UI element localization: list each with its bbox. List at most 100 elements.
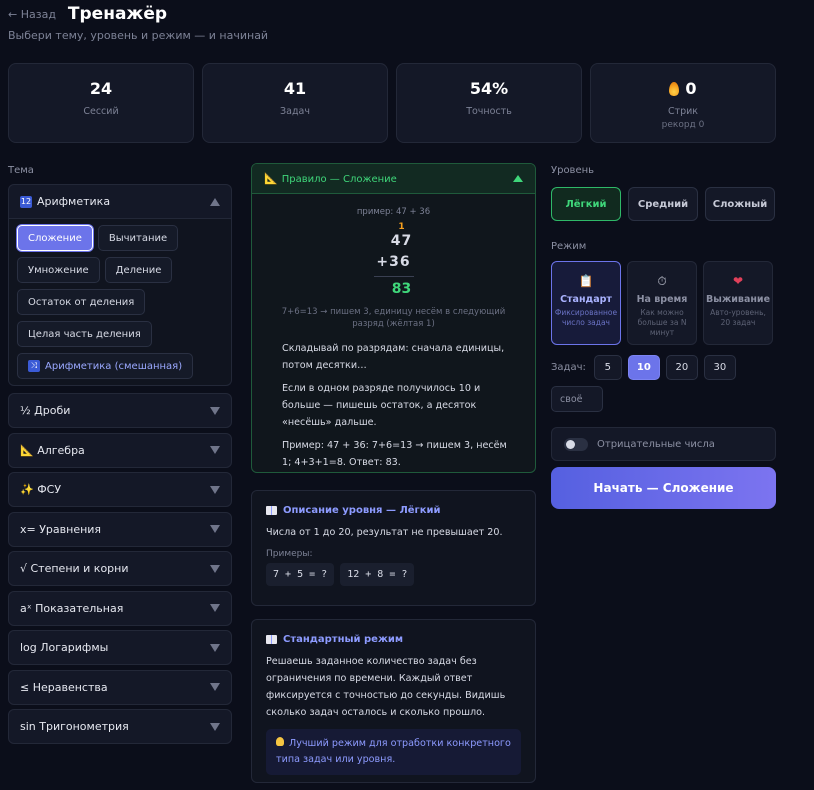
subtopic-multiplication[interactable]: Умножение [17,257,100,283]
topic-fsu[interactable]: ✨ ФСУ [8,472,232,507]
level-medium-button[interactable]: Средний [628,187,698,221]
rule-paragraph: Складывай по разрядам: сначала единицы, … [282,343,505,371]
subtopic-subtraction[interactable]: Вычитание [97,225,179,251]
topic-name: ≤ Неравенства [20,680,108,694]
topic-name: aˣ Показательная [20,601,124,615]
stat-value: 54% [469,79,509,98]
topics-label: Тема [8,165,34,176]
stat-value-row: 0 [669,79,697,98]
rule-card: 📐 Правило — Сложение пример: 47 + 36 1 47… [251,163,536,473]
negative-numbers-row[interactable]: Отрицательные числа [551,427,776,461]
topic-logarithms[interactable]: log Логарифмы [8,630,232,665]
topic-equations[interactable]: x= Уравнения [8,511,232,547]
mode-name: Выживание [705,294,771,305]
back-link[interactable]: ← Назад [8,8,56,21]
subtopic-integer-division[interactable]: Целая часть деления [17,321,152,347]
sum-line [373,276,414,277]
arithmetic-subtopics: Сложение Вычитание Умножение Деление Ост… [8,219,232,386]
lightbulb-icon [276,737,284,746]
mode-desc: Авто-уровень, 20 задач [710,308,766,327]
stat-value: 0 [685,79,697,98]
chevron-down-icon [210,564,220,573]
stat-value: 41 [283,79,307,98]
mode-name: Стандарт [560,294,612,305]
level-selector: Лёгкий Средний Сложный [551,187,776,221]
rule-header[interactable]: 📐 Правило — Сложение [252,164,535,194]
chevron-up-icon [210,197,220,206]
stat-value: 24 [89,79,113,98]
stat-accuracy: 54% Точность [396,63,582,143]
task-count-selector: Задач: 5 10 20 30 [551,355,776,380]
stat-tasks: 41 Задач [202,63,388,143]
level-hard-button[interactable]: Сложный [705,187,775,221]
topic-name: 📐 Алгебра [20,443,85,457]
chevron-down-icon [210,485,220,494]
operand-1: 47 [390,233,413,249]
topic-title-row: 12 Арифметика [20,195,110,208]
stat-streak: 0 Стрик рекорд 0 [590,63,776,143]
mode-description-text: Решаешь заданное количество задач без ог… [266,656,506,718]
chevron-down-icon [210,604,220,612]
rule-paragraph: Пример: 47 + 36: 7+6=13 → пишем 3, несём… [282,440,507,468]
level-description-title: Описание уровня — Лёгкий [283,505,441,516]
stat-record: рекорд 0 [661,120,705,130]
topic-inequalities[interactable]: ≤ Неравенства [8,669,232,705]
stopwatch-icon: ⏱ [657,274,667,288]
custom-count-input[interactable]: своё [551,386,603,412]
topics-panel: Тема 12 Арифметика Сложение Вычитание Умн… [8,165,232,749]
subtopic-mixed[interactable]: ⤨ Арифметика (смешанная) [17,353,194,379]
count-5-button[interactable]: 5 [593,355,622,380]
example-label: пример: 47 + 36 [356,207,431,217]
count-30-button[interactable]: 30 [703,355,736,380]
level-label: Уровень [551,165,595,176]
stat-label: Сессий [83,106,119,117]
chevron-down-icon [210,683,220,691]
topic-algebra[interactable]: 📐 Алгебра [8,432,232,468]
topic-name: √ Степени и корни [20,562,129,575]
rule-title: Правило — Сложение [281,174,397,185]
mode-standard-button[interactable]: 📋 Стандарт Фиксированное число задач [551,261,621,345]
topic-name: x= Уравнения [20,522,102,536]
start-button[interactable]: Начать — Сложение [551,467,776,509]
subtopic-addition[interactable]: Сложение [17,225,93,251]
chevron-down-icon [210,722,220,731]
ruler-icon: 📐 [264,172,278,185]
level-description-card: Описание уровня — Лёгкий Числа от 1 до 2… [251,490,536,606]
negative-numbers-toggle[interactable] [564,437,588,451]
mode-survival-button[interactable]: ❤ Выживание Авто-уровень, 20 задач [703,261,773,345]
chevron-up-icon[interactable] [513,175,523,182]
rule-text: Складывай по разрядам: сначала единицы, … [252,330,535,471]
stats-row: 24 Сессий 41 Задач 54% Точность 0 Стрик … [8,63,776,143]
count-20-button[interactable]: 20 [665,355,698,380]
topic-arithmetic[interactable]: 12 Арифметика [8,184,232,219]
card-title-row: Стандартный режим [266,634,521,645]
examples-row: 7 + 5 = ? 12 + 8 = ? [266,563,521,586]
topic-exponential[interactable]: aˣ Показательная [8,590,232,626]
page-title: Тренажёр [67,4,168,24]
topic-name: ½ Дроби [20,404,71,417]
chevron-down-icon [210,446,220,454]
topic-fractions[interactable]: ½ Дроби [8,393,232,428]
rule-paragraph: Если в одном разряде получилось 10 и бол… [282,383,481,428]
numbers-icon: 12 [20,196,32,208]
subtopic-remainder[interactable]: Остаток от деления [17,289,146,315]
mode-tip-text: Лучший режим для отработки конкретного т… [276,738,511,765]
stat-sessions: 24 Сессий [8,63,194,143]
subtopic-division[interactable]: Деление [104,257,173,283]
rule-title-row: 📐 Правило — Сложение [264,172,397,185]
stat-label: Стрик [667,106,699,117]
mode-selector: 📋 Стандарт Фиксированное число задач ⏱ Н… [551,261,776,345]
flame-icon [669,81,680,96]
carry-explanation: 7+6=13 → пишем 3, единицу несём в следую… [281,307,506,329]
mode-timed-button[interactable]: ⏱ На время Как можно больше за N минут [627,261,697,345]
count-10-button[interactable]: 10 [627,355,660,380]
chevron-down-icon [210,525,220,533]
clipboard-icon: 📋 [578,274,594,288]
carry-digit: 1 [398,222,405,232]
level-easy-button[interactable]: Лёгкий [551,187,621,221]
topic-trigonometry[interactable]: sin Тригонометрия [8,709,232,744]
topic-powers-roots[interactable]: √ Степени и корни [8,551,232,586]
examples-label: Примеры: [266,549,313,559]
operand-2: +36 [376,254,411,270]
mode-description-title: Стандартный режим [283,634,404,645]
